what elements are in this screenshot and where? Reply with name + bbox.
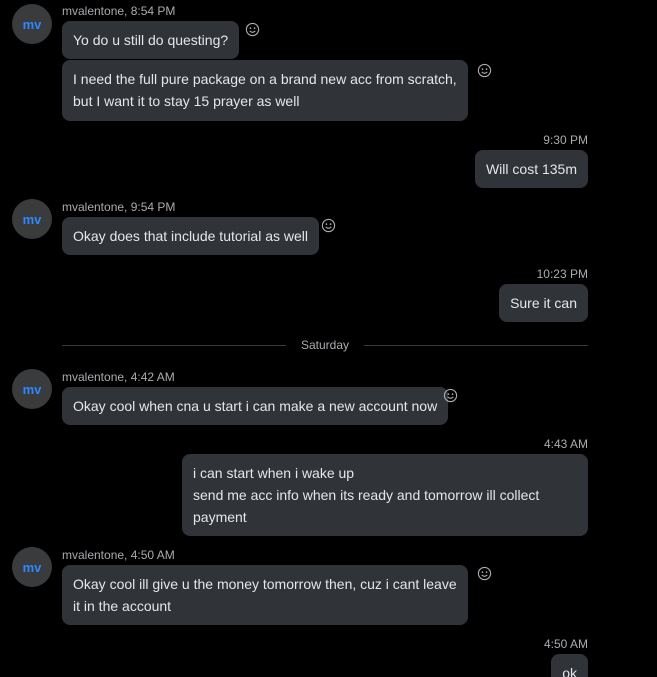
divider-label: Saturday [300,338,350,352]
avatar[interactable]: mv [12,547,52,587]
message-bubble[interactable]: Sure it can [499,284,588,322]
message-bubble[interactable]: I need the full pure package on a brand … [62,60,468,121]
message-timestamp: 9:30 PM [543,133,588,147]
sender-timestamp: mvalentone, 9:54 PM [62,200,176,214]
message-bubble[interactable]: i can start when i wake up send me acc i… [182,454,588,536]
message-bubble[interactable]: Okay cool when cna u start i can make a … [62,387,449,425]
sender-timestamp: mvalentone, 4:50 AM [62,548,175,562]
message-timestamp: 4:50 AM [543,637,588,651]
avatar[interactable]: mv [12,199,52,239]
smiley-icon[interactable] [476,565,492,581]
message-timestamp: 10:23 PM [536,267,588,281]
message-bubble[interactable]: Okay cool ill give u the money tomorrow … [62,565,468,625]
smiley-icon[interactable] [476,62,492,78]
message-timestamp: 4:43 AM [543,437,588,451]
avatar[interactable]: mv [12,4,52,44]
smiley-icon[interactable] [320,217,336,233]
message-bubble[interactable]: ok [551,654,588,677]
smiley-icon[interactable] [442,387,458,403]
divider-line-right [364,345,588,346]
sender-timestamp: mvalentone, 4:42 AM [62,370,175,384]
message-bubble[interactable]: Yo do u still do questing? [62,21,240,59]
message-bubble[interactable]: Okay does that include tutorial as well [62,217,320,255]
avatar[interactable]: mv [12,369,52,409]
smiley-icon[interactable] [244,21,260,37]
divider-line-left [62,345,286,346]
sender-timestamp: mvalentone, 8:54 PM [62,4,176,18]
message-bubble[interactable]: Will cost 135m [474,150,588,188]
